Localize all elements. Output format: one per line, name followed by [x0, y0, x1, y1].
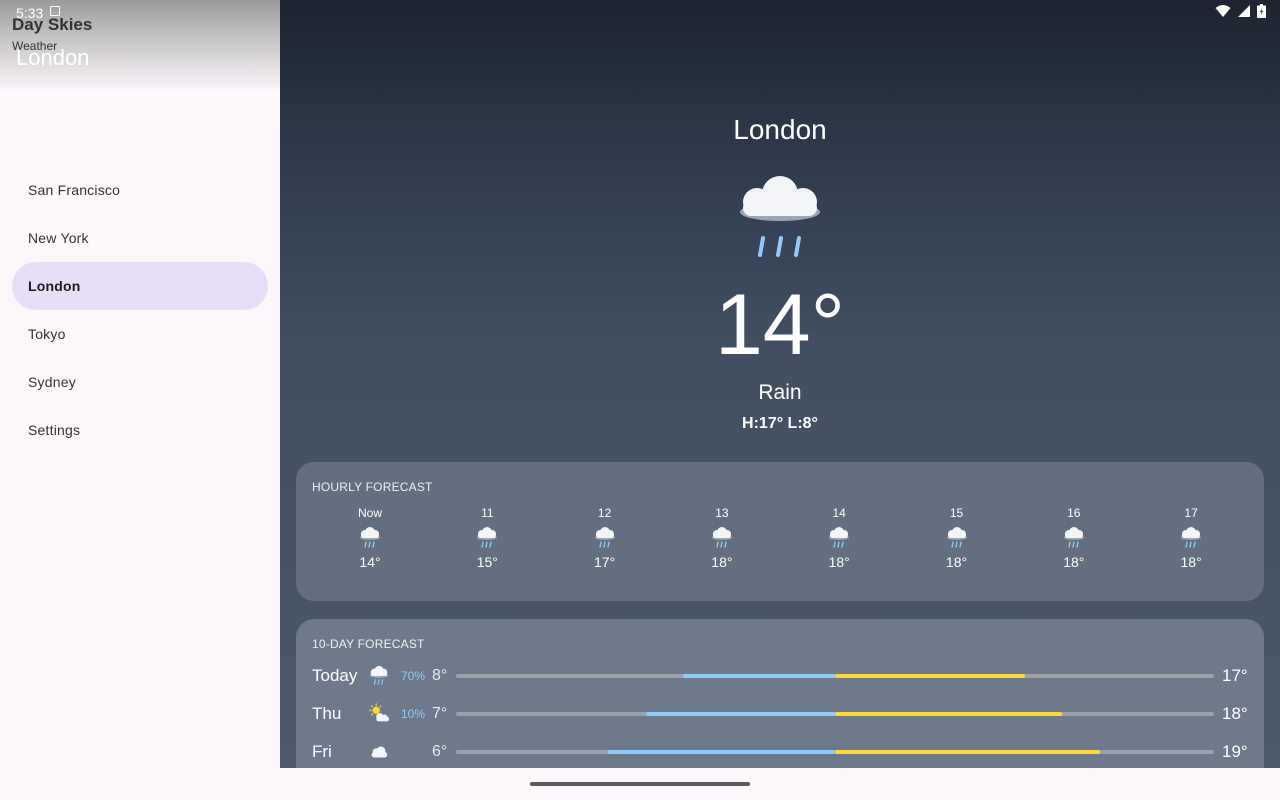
warm-range-segment [835, 712, 1063, 716]
current-city-title: London [733, 114, 827, 145]
hourly-time: 16 [1067, 506, 1081, 520]
rain-cloud-icon [594, 527, 615, 548]
nav-item-label: Settings [28, 422, 81, 438]
cold-range-segment [607, 750, 835, 754]
system-navigation-bar [0, 768, 1280, 800]
day-high-temp: 17° [1222, 666, 1248, 685]
hourly-item: 16 18° [1044, 506, 1104, 570]
nav-item-label: London [28, 278, 81, 294]
hourly-time: 14 [832, 506, 846, 520]
rain-cloud-icon [477, 527, 498, 548]
nav-item-label: San Francisco [28, 182, 121, 198]
temperature-range-bar [456, 712, 1214, 716]
daily-forecast-row[interactable]: Fri 6° 19° [312, 733, 1252, 768]
daily-forecast-card[interactable]: 10-DAY FORECAST Today 70% 8° 17° Thu 10% … [296, 619, 1264, 768]
navigation-drawer: 5:33 Day Skies Weather London San Franci… [0, 0, 280, 768]
wifi-icon [1215, 5, 1231, 17]
weather-main-panel[interactable]: London 14° Rain H:17° L:8° HOURLY FORECA… [280, 0, 1280, 768]
signal-icon [1238, 5, 1250, 17]
hourly-item: Now 14° [340, 506, 400, 570]
current-condition: Rain [758, 381, 802, 404]
battery-icon [1257, 4, 1266, 18]
day-name: Fri [312, 742, 332, 761]
hourly-item: 13 18° [692, 506, 752, 570]
hourly-time: 15 [949, 506, 964, 520]
hourly-forecast-card[interactable]: HOURLY FORECAST Now 14° 11 15° 12 17° 13 18… [296, 462, 1264, 601]
app-name: Day Skies [12, 15, 93, 34]
daily-forecast-row[interactable]: Thu 10% 7° 18° [312, 695, 1252, 733]
system-status-icons [1215, 4, 1266, 18]
hourly-time: 12 [597, 506, 612, 520]
daily-forecast-row[interactable]: Today 70% 8° 17° [312, 657, 1252, 695]
high-low-temperature: H:17° L:8° [742, 415, 818, 432]
rain-cloud-icon [1181, 527, 1202, 548]
current-temperature: 14° [714, 277, 846, 373]
day-name: Thu [312, 704, 342, 723]
drawer-current-city: London [16, 45, 90, 70]
hourly-forecast-title: HOURLY FORECAST [312, 480, 433, 494]
rain-cloud-icon [369, 665, 389, 685]
hourly-time: 11 [481, 506, 494, 520]
temperature-range-bar [456, 674, 1214, 678]
hourly-temp: 18° [1180, 554, 1202, 570]
rain-cloud-icon [711, 527, 732, 548]
nav-item-label: Tokyo [28, 326, 66, 342]
nav-item-london[interactable]: London [12, 262, 268, 310]
hourly-time: 17 [1184, 506, 1198, 520]
partly-sunny-icon [369, 703, 390, 722]
hourly-item: 11 15° [457, 506, 517, 570]
hourly-temp: 18° [1063, 554, 1085, 570]
cloud-icon [371, 746, 388, 758]
hourly-item: 17 18° [1161, 506, 1221, 570]
nav-item-label: New York [28, 230, 89, 246]
hourly-temp: 18° [828, 554, 850, 570]
hourly-temp: 18° [945, 554, 968, 570]
gesture-handle[interactable] [530, 782, 750, 786]
day-low-temp: 6° [432, 743, 448, 760]
rain-cloud-icon [1063, 527, 1084, 548]
nav-item-label: Sydney [28, 374, 76, 390]
hourly-item: 12 17° [575, 506, 635, 570]
precipitation-chance: 70% [401, 669, 426, 683]
hourly-time: Now [357, 506, 382, 520]
day-low-temp: 8° [432, 667, 448, 684]
day-name: Today [312, 666, 358, 685]
precipitation-chance: 10% [401, 707, 426, 721]
rain-cloud-icon [740, 176, 820, 257]
hourly-item: 15 18° [927, 506, 987, 570]
nav-item-settings[interactable]: Settings [12, 406, 268, 454]
rain-cloud-icon [829, 527, 850, 548]
nav-item-san-francisco[interactable]: San Francisco [12, 166, 268, 214]
daily-forecast-title: 10-DAY FORECAST [312, 637, 425, 651]
warm-range-segment [835, 674, 1025, 678]
day-high-temp: 19° [1222, 742, 1248, 761]
city-nav-list: San Francisco New York London Tokyo Sydn… [12, 166, 268, 454]
cold-range-segment [645, 712, 835, 716]
temperature-range-bar [456, 750, 1214, 754]
nav-item-new-york[interactable]: New York [12, 214, 268, 262]
warm-range-segment [835, 750, 1101, 754]
cold-range-segment [683, 674, 835, 678]
nav-item-tokyo[interactable]: Tokyo [12, 310, 268, 358]
nav-item-sydney[interactable]: Sydney [12, 358, 268, 406]
hourly-temp: 15° [476, 554, 498, 570]
rain-cloud-icon [360, 527, 380, 548]
day-low-temp: 7° [432, 705, 448, 722]
hourly-temp: 14° [359, 554, 381, 570]
drawer-header: 5:33 Day Skies Weather London [0, 0, 280, 92]
rain-cloud-icon [946, 527, 967, 548]
hourly-temp: 17° [594, 554, 616, 570]
hourly-item: 14 18° [809, 506, 869, 570]
hourly-temp: 18° [711, 554, 733, 570]
day-high-temp: 18° [1222, 704, 1248, 723]
hourly-time: 13 [715, 506, 729, 520]
